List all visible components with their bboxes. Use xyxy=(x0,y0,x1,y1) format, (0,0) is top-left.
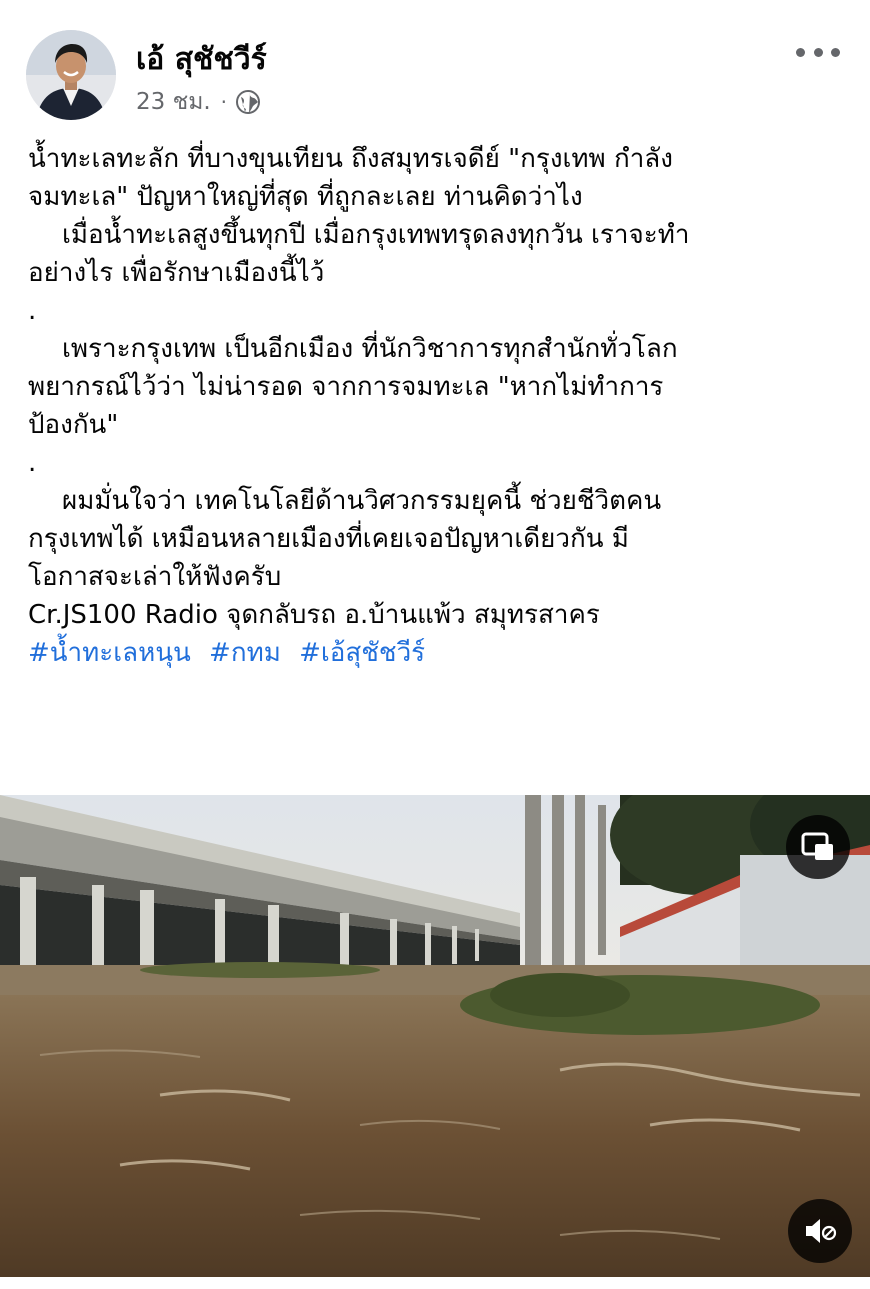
post-line: พยากรณ์ไว้ว่า ไม่น่ารอด จากการจมทะเล "หา… xyxy=(28,372,664,402)
post-line: ผมมั่นใจว่า เทคโนโลยีด้านวิศวกรรมยุคนี้ … xyxy=(62,486,662,516)
video-frame xyxy=(0,795,870,1277)
author-name[interactable]: เอ้ สุชัชวีร์ xyxy=(136,40,267,80)
globe-icon[interactable] xyxy=(235,89,261,115)
more-dot xyxy=(813,47,823,57)
post-line: โอกาสจะเล่าให้ฟังครับ xyxy=(28,562,282,592)
hashtag-link[interactable]: #น้ำทะเลหนุน xyxy=(28,638,191,668)
post-line: เมื่อน้ำทะเลสูงขึ้นทุกปี เมื่อกรุงเทพทรุ… xyxy=(62,220,690,250)
post-line: อย่างไร เพื่อรักษาเมืองนี้ไว้ xyxy=(28,258,325,288)
more-dot xyxy=(796,47,805,57)
more-dot xyxy=(831,47,840,57)
post-divider xyxy=(0,1277,870,1289)
hashtag-link[interactable]: #เอ้สุชัชวีร์ xyxy=(299,638,425,668)
post-line: น้ำทะเลทะลัก ที่บางขุนเทียน ถึงสมุทรเจดี… xyxy=(28,144,673,174)
post-line: เพราะกรุงเทพ เป็นอีกเมือง ที่นักวิชาการท… xyxy=(62,334,678,364)
post-text: น้ำทะเลทะลัก ที่บางขุนเทียน ถึงสมุทรเจดี… xyxy=(28,140,848,672)
post-time[interactable]: 23 ชม. xyxy=(136,84,211,120)
author-avatar[interactable] xyxy=(26,30,116,120)
more-options-icon[interactable] xyxy=(796,36,840,68)
post-line: กรุงเทพได้ เหมือนหลายเมืองที่เคยเจอปัญหา… xyxy=(28,524,629,554)
hashtag-list: #น้ำทะเลหนุน #กทม #เอ้สุชัชวีร์ xyxy=(28,634,848,672)
post-line: Cr.JS100 Radio จุดกลับรถ อ.บ้านแพ้ว สมุท… xyxy=(28,600,600,630)
muted-speaker-icon[interactable] xyxy=(788,1199,852,1263)
post-meta: 23 ชม. · xyxy=(136,86,261,118)
meta-separator: · xyxy=(220,90,228,114)
hashtag-link[interactable]: #กทม xyxy=(209,638,281,668)
post-line: จมทะเล" ปัญหาใหญ่ที่สุด ที่ถูกละเลย ท่าน… xyxy=(28,182,583,212)
post-line: . xyxy=(28,296,37,326)
post-line: . xyxy=(28,448,37,478)
facebook-post: เอ้ สุชัชวีร์ 23 ชม. · น้ำทะเลทะลัก ที่บ… xyxy=(0,0,870,1289)
post-line: ป้องกัน" xyxy=(28,410,119,440)
picture-in-picture-icon[interactable] xyxy=(786,815,850,879)
post-video[interactable] xyxy=(0,795,870,1277)
